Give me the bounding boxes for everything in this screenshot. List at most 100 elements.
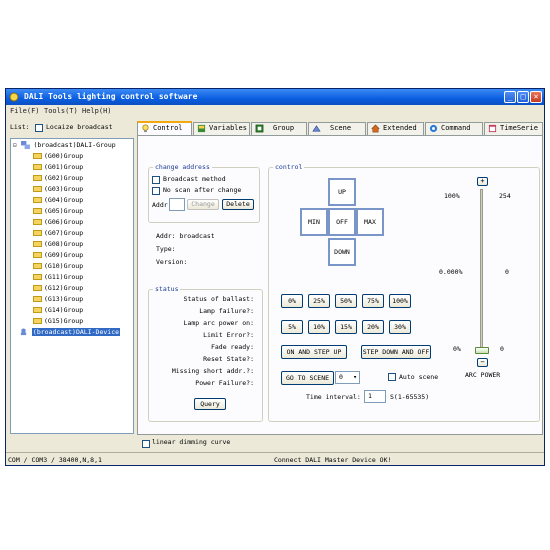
- status-row-label: Power Failure?:: [195, 379, 254, 387]
- level-10pct-button[interactable]: 10%: [308, 320, 330, 334]
- max-button[interactable]: MAX: [356, 208, 384, 236]
- tree-group-item[interactable]: (G09)Group: [33, 251, 83, 262]
- device-tree[interactable]: ⊟ (broadcast)DALI-Group (G00)Group (G01)G…: [10, 138, 134, 434]
- tree-group-item[interactable]: (G11)Group: [33, 273, 83, 284]
- broadcast-method-checkbox[interactable]: [152, 176, 160, 184]
- tab-group[interactable]: Group: [251, 122, 307, 135]
- status-row-label: Reset State?:: [203, 355, 254, 363]
- folder-icon: [33, 296, 42, 302]
- tree-group-item[interactable]: (G07)Group: [33, 229, 83, 240]
- time-interval-label: Time interval:: [306, 393, 361, 401]
- control-panel: change address Broadcast method No scan …: [137, 135, 543, 448]
- tree-root-group[interactable]: ⊟ (broadcast)DALI-Group: [13, 141, 116, 152]
- group-icon: [255, 124, 264, 132]
- tab-scene[interactable]: Scene: [308, 122, 366, 135]
- auto-scene-label: Auto scene: [399, 373, 439, 381]
- statusbar-port: COM / COM3 / 38400,N,8,1: [8, 456, 102, 464]
- change-button[interactable]: Change: [187, 199, 219, 210]
- menu-bar: File(F) Tools(T) Help(H): [6, 105, 544, 116]
- slider-plus-button[interactable]: +: [477, 177, 488, 186]
- tab-control[interactable]: Control: [137, 121, 192, 135]
- window-title: DALI Tools lighting control software: [24, 92, 198, 101]
- tab-variables[interactable]: Variables: [193, 122, 250, 135]
- linear-dimming-checkbox[interactable]: [142, 440, 150, 448]
- command-icon: [429, 124, 438, 132]
- linear-dimming-label: linear dimming curve: [152, 438, 231, 446]
- network-icon: [20, 141, 30, 149]
- addr-input[interactable]: [169, 198, 185, 211]
- folder-icon: [33, 219, 42, 225]
- level-100pct-button[interactable]: 100%: [389, 294, 411, 308]
- scene-select[interactable]: 0 ▾: [335, 371, 360, 384]
- status-row-label: Limit Error?:: [203, 331, 254, 339]
- tree-group-item[interactable]: (G01)Group: [33, 163, 83, 174]
- info-type: Type:: [156, 245, 176, 253]
- no-scan-checkbox[interactable]: [152, 187, 160, 195]
- statusbar-message: Connect DALI Master Device OK!: [274, 456, 392, 464]
- level-0pct-button[interactable]: 0%: [281, 294, 303, 308]
- slider-top-pct: 100%: [444, 192, 460, 200]
- tree-group-item[interactable]: (G02)Group: [33, 174, 83, 185]
- down-button[interactable]: DOWN: [328, 238, 356, 266]
- level-15pct-button[interactable]: 15%: [335, 320, 357, 334]
- level-20pct-button[interactable]: 20%: [362, 320, 384, 334]
- arc-power-slider-track[interactable]: [480, 189, 483, 351]
- locate-broadcast-checkbox[interactable]: [35, 124, 43, 132]
- min-button[interactable]: MIN: [300, 208, 328, 236]
- tab-timeserie[interactable]: TimeSerie: [484, 122, 543, 135]
- scene-icon: [312, 124, 321, 131]
- time-interval-input[interactable]: 1: [364, 390, 386, 403]
- broadcast-method-label: Broadcast method: [163, 175, 226, 183]
- off-button[interactable]: OFF: [328, 208, 356, 236]
- level-30pct-button[interactable]: 30%: [389, 320, 411, 334]
- tree-group-item[interactable]: (G14)Group: [33, 306, 83, 317]
- level-75pct-button[interactable]: 75%: [362, 294, 384, 308]
- folder-icon: [33, 241, 42, 247]
- folder-icon: [33, 252, 42, 258]
- tree-group-item[interactable]: (G15)Group: [33, 317, 83, 328]
- tree-group-item[interactable]: (G12)Group: [33, 284, 83, 295]
- slider-minus-button[interactable]: −: [477, 358, 488, 367]
- tree-group-item[interactable]: (G06)Group: [33, 218, 83, 229]
- goto-scene-button[interactable]: GO TO SCENE: [281, 371, 334, 385]
- tree-group-item[interactable]: (G03)Group: [33, 185, 83, 196]
- menu-file[interactable]: File(F): [10, 107, 40, 115]
- tree-group-item[interactable]: (G00)Group: [33, 152, 83, 163]
- folder-icon: [33, 175, 42, 181]
- level-50pct-button[interactable]: 50%: [335, 294, 357, 308]
- title-bar: DALI Tools lighting control software _ □…: [6, 89, 544, 105]
- arc-power-slider-thumb[interactable]: [475, 347, 489, 354]
- timeserie-icon: [488, 124, 497, 132]
- slider-mid-val: 0: [505, 268, 509, 276]
- folder-icon: [33, 285, 42, 291]
- folder-icon: [33, 263, 42, 269]
- delete-button[interactable]: Delete: [222, 199, 254, 210]
- tree-group-item[interactable]: (G04)Group: [33, 196, 83, 207]
- up-button[interactable]: UP: [328, 178, 356, 206]
- minimize-button[interactable]: _: [504, 91, 516, 103]
- folder-icon: [33, 186, 42, 192]
- query-button[interactable]: Query: [194, 398, 226, 410]
- close-button[interactable]: ×: [530, 91, 542, 103]
- tree-group-item[interactable]: (G08)Group: [33, 240, 83, 251]
- on-step-up-button[interactable]: ON AND STEP UP: [281, 345, 347, 359]
- tab-extended[interactable]: Extended: [367, 122, 424, 135]
- maximize-button[interactable]: □: [517, 91, 529, 103]
- level-25pct-button[interactable]: 25%: [308, 294, 330, 308]
- tree-group-item[interactable]: (G10)Group: [33, 262, 83, 273]
- bulb-icon: [142, 124, 149, 132]
- tab-command[interactable]: Command: [425, 122, 483, 135]
- menu-tools[interactable]: Tools(T): [44, 107, 78, 115]
- tree-group-item[interactable]: (G13)Group: [33, 295, 83, 306]
- auto-scene-checkbox[interactable]: [388, 373, 396, 381]
- level-5pct-button[interactable]: 5%: [281, 320, 303, 334]
- step-down-off-button[interactable]: STEP DOWN AND OFF: [361, 345, 431, 359]
- locate-broadcast-label: Locaize broadcast: [46, 123, 113, 131]
- tree-device[interactable]: (broadcast)DALI-Device: [19, 328, 121, 339]
- house-icon: [371, 124, 380, 132]
- device-icon: [20, 328, 27, 336]
- chevron-down-icon: ▾: [353, 373, 357, 381]
- tree-group-item[interactable]: (G05)Group: [33, 207, 83, 218]
- status-row-label: Lamp arc power on:: [183, 319, 254, 327]
- menu-help[interactable]: Help(H): [82, 107, 112, 115]
